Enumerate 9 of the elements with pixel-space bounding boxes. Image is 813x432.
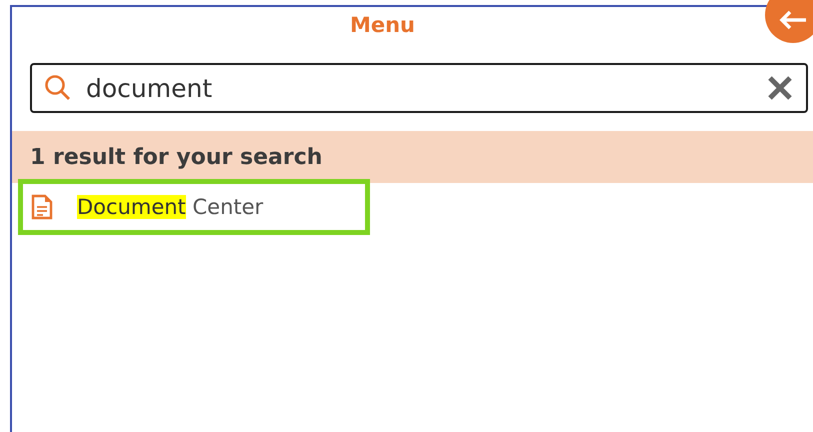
clear-button[interactable] [766,74,794,102]
search-field[interactable]: document [86,74,752,102]
arrow-left-icon [778,9,808,31]
document-icon [31,194,53,220]
results-heading: 1 result for your search [12,131,813,183]
result-item[interactable]: Document Center [18,179,370,235]
menu-title: Menu [350,13,416,39]
search-icon [44,74,72,102]
search-bar[interactable]: document [30,63,808,113]
